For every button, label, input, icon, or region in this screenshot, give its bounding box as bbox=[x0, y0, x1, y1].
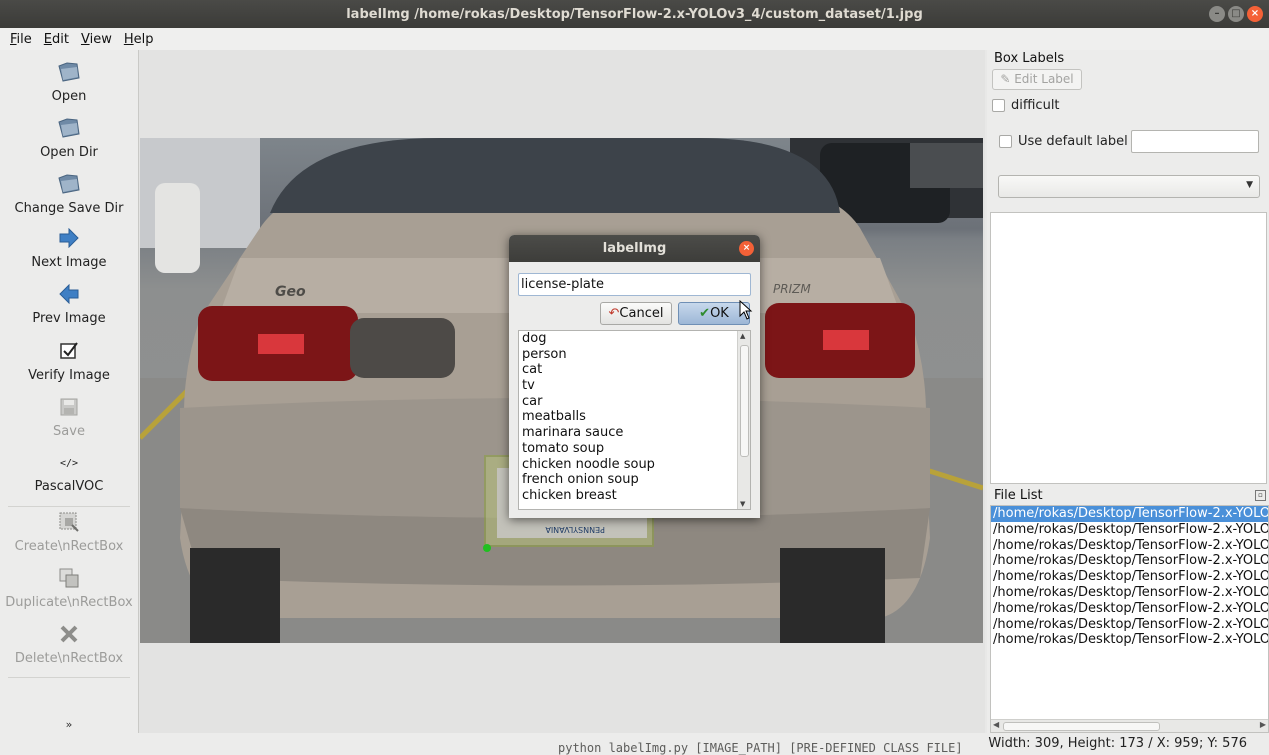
copy-icon bbox=[0, 564, 138, 592]
scroll-left-icon[interactable]: ◀ bbox=[993, 720, 999, 729]
label-option[interactable]: chicken noodle soup bbox=[519, 457, 750, 473]
label-option[interactable]: marinara sauce bbox=[519, 425, 750, 441]
menu-help[interactable]: Help bbox=[118, 32, 160, 47]
toolbar-separator bbox=[8, 506, 130, 507]
file-list-item[interactable]: /home/rokas/Desktop/TensorFlow-2.x-YOLO bbox=[991, 522, 1268, 538]
arrow-left-icon bbox=[0, 280, 138, 308]
arrow-right-icon bbox=[0, 224, 138, 252]
minimize-button[interactable]: – bbox=[1209, 6, 1225, 22]
toolbar-more-chevron-icon[interactable]: » bbox=[0, 718, 138, 731]
label-option[interactable]: french onion soup bbox=[519, 472, 750, 488]
label-combo-box[interactable]: ▼ bbox=[998, 175, 1260, 198]
difficult-checkbox[interactable]: difficult bbox=[992, 98, 1060, 113]
label-option[interactable]: car bbox=[519, 394, 750, 410]
label-suggestion-list[interactable]: dog person cat tv car meatballs marinara… bbox=[518, 330, 751, 510]
change-save-dir-button[interactable]: Change Save Dir bbox=[0, 170, 138, 216]
folder-icon bbox=[0, 58, 138, 86]
svg-text:</>: </> bbox=[60, 458, 78, 469]
svg-text:Geo: Geo bbox=[275, 284, 306, 300]
label-option[interactable]: tomato soup bbox=[519, 441, 750, 457]
right-panel: Box Labels ✎ Edit Label difficult Use de… bbox=[987, 50, 1269, 733]
menu-bar: File Edit View Help bbox=[0, 28, 1269, 50]
label-list[interactable] bbox=[990, 212, 1267, 484]
label-list-vertical-scrollbar[interactable]: ▲ ▼ bbox=[737, 331, 750, 509]
svg-text:PENNSYLVANIA: PENNSYLVANIA bbox=[545, 525, 605, 534]
file-list-item[interactable]: /home/rokas/Desktop/TensorFlow-2.x-YOLO bbox=[991, 553, 1268, 569]
dialog-close-button[interactable]: × bbox=[739, 241, 754, 256]
window-titlebar: labelImg /home/rokas/Desktop/TensorFlow-… bbox=[0, 0, 1269, 28]
menu-view[interactable]: View bbox=[75, 32, 118, 47]
scroll-right-icon[interactable]: ▶ bbox=[1260, 720, 1266, 729]
close-button[interactable]: × bbox=[1247, 6, 1263, 22]
label-option[interactable]: chicken breast bbox=[519, 488, 750, 504]
menu-file[interactable]: File bbox=[4, 32, 38, 47]
duplicate-rectbox-button[interactable]: Duplicate\nRectBox bbox=[0, 564, 138, 610]
chevron-down-icon: ▼ bbox=[1246, 180, 1253, 190]
scrollbar-thumb[interactable] bbox=[1003, 722, 1160, 731]
window-title: labelImg /home/rokas/Desktop/TensorFlow-… bbox=[346, 7, 923, 22]
label-option[interactable]: dog bbox=[519, 331, 750, 347]
save-button[interactable]: Save bbox=[0, 393, 138, 439]
file-list-item[interactable]: /home/rokas/Desktop/TensorFlow-2.x-YOLO bbox=[991, 569, 1268, 585]
cancel-button[interactable]: ↶Cancel bbox=[600, 302, 672, 325]
label-option[interactable]: person bbox=[519, 347, 750, 363]
mouse-cursor-icon bbox=[739, 299, 753, 324]
terminal-ghost-text: python labelImg.py [IMAGE_PATH] [PRE-DEF… bbox=[558, 741, 963, 755]
undo-icon: ↶ bbox=[608, 306, 620, 321]
open-dir-button[interactable]: Open Dir bbox=[0, 114, 138, 160]
dialog-title: labelImg bbox=[509, 235, 760, 262]
checkbox[interactable] bbox=[992, 99, 1005, 112]
save-icon bbox=[0, 393, 138, 421]
file-list-horizontal-scrollbar[interactable]: ◀ ▶ bbox=[991, 719, 1268, 732]
use-default-label-checkbox[interactable]: Use default label bbox=[999, 134, 1128, 149]
default-label-input[interactable] bbox=[1131, 130, 1259, 153]
check-icon: ✔ bbox=[699, 306, 711, 321]
open-button[interactable]: Open bbox=[0, 58, 138, 104]
create-box-icon bbox=[0, 508, 138, 536]
prev-image-button[interactable]: Prev Image bbox=[0, 280, 138, 326]
checkbox[interactable] bbox=[999, 135, 1012, 148]
file-list-item[interactable]: /home/rokas/Desktop/TensorFlow-2.x-YOLO bbox=[991, 506, 1268, 522]
code-icon: </> bbox=[0, 448, 138, 476]
delete-icon bbox=[0, 620, 138, 648]
create-rectbox-button[interactable]: Create\nRectBox bbox=[0, 508, 138, 554]
edit-label-button[interactable]: ✎ Edit Label bbox=[992, 69, 1082, 90]
file-list-title: File List bbox=[994, 488, 1043, 503]
format-toggle-button[interactable]: </> PascalVOC bbox=[0, 448, 138, 494]
label-dialog: labelImg × license-plate ↶Cancel ✔OK dog… bbox=[509, 235, 760, 518]
box-labels-title: Box Labels bbox=[994, 51, 1065, 66]
file-list-item[interactable]: /home/rokas/Desktop/TensorFlow-2.x-YOLO bbox=[991, 538, 1268, 554]
folder-icon bbox=[0, 114, 138, 142]
label-option[interactable]: tv bbox=[519, 378, 750, 394]
next-image-button[interactable]: Next Image bbox=[0, 224, 138, 270]
toolbar-separator bbox=[8, 677, 130, 678]
status-bar: python labelImg.py [IMAGE_PATH] [PRE-DEF… bbox=[0, 733, 1269, 755]
delete-rectbox-button[interactable]: Delete\nRectBox bbox=[0, 620, 138, 666]
file-list-item[interactable]: /home/rokas/Desktop/TensorFlow-2.x-YOLO bbox=[991, 601, 1268, 617]
scroll-up-icon[interactable]: ▲ bbox=[740, 332, 745, 340]
verify-image-button[interactable]: Verify Image bbox=[0, 337, 138, 383]
undock-icon[interactable]: ▫ bbox=[1255, 490, 1266, 501]
status-text: Width: 309, Height: 173 / X: 959; Y: 576 bbox=[988, 736, 1247, 751]
svg-text:PRIZM: PRIZM bbox=[773, 282, 811, 296]
scrollbar-thumb[interactable] bbox=[740, 345, 749, 457]
file-list-item[interactable]: /home/rokas/Desktop/TensorFlow-2.x-YOLO bbox=[991, 585, 1268, 601]
label-option[interactable]: meatballs bbox=[519, 409, 750, 425]
file-list[interactable]: /home/rokas/Desktop/TensorFlow-2.x-YOLO … bbox=[990, 505, 1269, 733]
scroll-down-icon[interactable]: ▼ bbox=[740, 500, 745, 508]
edit-icon: ✎ bbox=[1000, 72, 1015, 86]
file-list-item[interactable]: /home/rokas/Desktop/TensorFlow-2.x-YOLO bbox=[991, 617, 1268, 633]
label-input[interactable]: license-plate bbox=[518, 273, 751, 296]
tool-bar: Open Open Dir Change Save Dir Next Image… bbox=[0, 50, 139, 733]
checkbox-icon bbox=[0, 337, 138, 365]
folder-icon bbox=[0, 170, 138, 198]
maximize-button[interactable]: □ bbox=[1228, 6, 1244, 22]
menu-edit[interactable]: Edit bbox=[38, 32, 75, 47]
label-option[interactable]: cat bbox=[519, 362, 750, 378]
file-list-item[interactable]: /home/rokas/Desktop/TensorFlow-2.x-YOLO bbox=[991, 632, 1268, 648]
